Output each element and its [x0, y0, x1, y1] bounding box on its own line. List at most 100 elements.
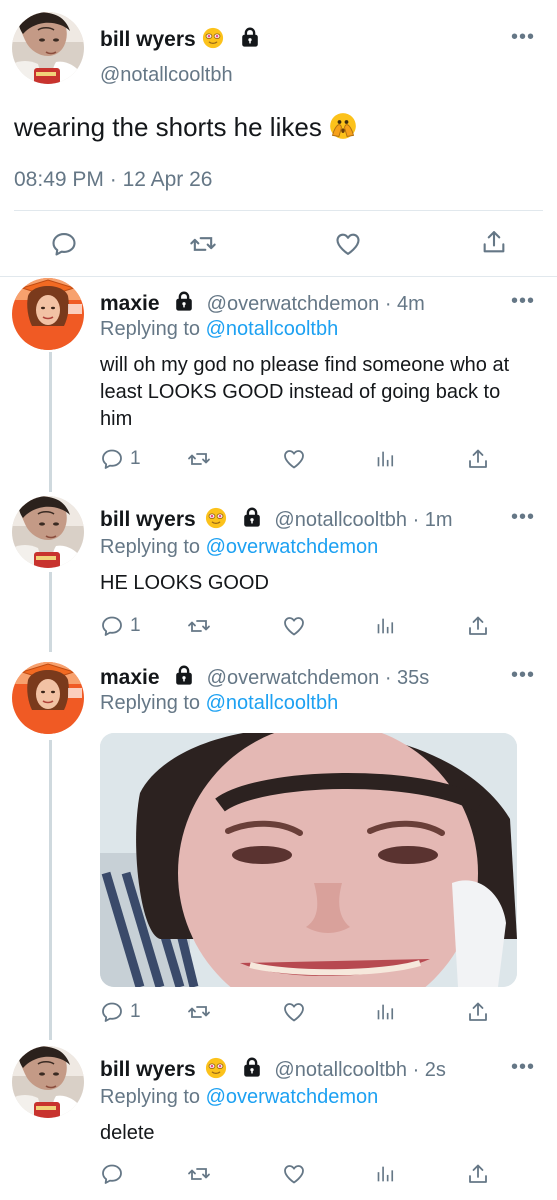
- avatar[interactable]: [12, 662, 84, 734]
- author-handle[interactable]: @overwatchdemon: [207, 293, 380, 315]
- reply-age[interactable]: · 4m: [385, 293, 425, 315]
- attached-photo[interactable]: [100, 733, 517, 987]
- reply-icon: [100, 1000, 124, 1024]
- share-icon: [466, 447, 490, 471]
- thread-line: [49, 740, 52, 1040]
- reply-icon: [50, 230, 78, 258]
- analytics-button[interactable]: [374, 1163, 396, 1185]
- retweet-icon: [186, 447, 212, 471]
- heart-icon: [334, 230, 362, 258]
- analytics-button[interactable]: [374, 448, 396, 470]
- retweet-button[interactable]: [186, 614, 212, 638]
- heart-icon: [282, 614, 306, 638]
- author-name[interactable]: maxie: [100, 666, 160, 689]
- like-button[interactable]: [282, 1162, 306, 1186]
- reply-age[interactable]: · 35s: [385, 667, 429, 689]
- reply-icon: [100, 447, 124, 471]
- lock-icon: [239, 26, 261, 48]
- more-options-button[interactable]: •••: [511, 290, 535, 313]
- analytics-icon: [374, 448, 396, 470]
- more-options-button[interactable]: •••: [511, 26, 535, 49]
- reply-button[interactable]: 1: [100, 1000, 141, 1024]
- replying-to-link[interactable]: @overwatchdemon: [206, 536, 379, 558]
- share-button[interactable]: [466, 1000, 490, 1024]
- avatar[interactable]: [12, 12, 84, 84]
- tweet-text-content: wearing the shorts he likes: [14, 112, 322, 142]
- reply-header: bill wyers @notallcooltbh · 2s: [100, 1056, 446, 1082]
- reply-text: will oh my god no please find someone wh…: [100, 354, 510, 430]
- heart-icon: [282, 447, 306, 471]
- reply-button[interactable]: [50, 230, 78, 258]
- reply-age[interactable]: · 2s: [413, 1059, 446, 1081]
- author-name[interactable]: maxie: [100, 292, 160, 315]
- author-handle[interactable]: @overwatchdemon: [207, 667, 380, 689]
- analytics-button[interactable]: [374, 615, 396, 637]
- share-button[interactable]: [466, 1162, 490, 1186]
- reply-button[interactable]: [100, 1162, 124, 1186]
- reply-count: 1: [130, 448, 141, 469]
- user-avatar-image: [12, 662, 84, 734]
- retweet-button[interactable]: [188, 230, 218, 258]
- thread-line: [49, 572, 52, 652]
- author-handle[interactable]: @notallcooltbh: [274, 509, 407, 531]
- thread-line: [49, 352, 52, 492]
- user-avatar-image: [12, 496, 84, 568]
- more-options-button[interactable]: •••: [511, 1056, 535, 1079]
- reply-count: 1: [130, 615, 141, 636]
- reply-icon: [100, 1162, 124, 1186]
- replying-to: Replying to @notallcooltbh: [100, 692, 339, 714]
- author-handle[interactable]: @notallcooltbh: [100, 64, 233, 87]
- avatar[interactable]: [12, 496, 84, 568]
- author-handle[interactable]: @notallcooltbh: [274, 1059, 407, 1081]
- share-icon: [466, 1162, 490, 1186]
- share-button[interactable]: [480, 228, 508, 256]
- author-name[interactable]: bill wyers: [100, 508, 196, 531]
- replying-to-link[interactable]: @overwatchdemon: [206, 1086, 379, 1108]
- author-name[interactable]: bill wyers: [100, 26, 261, 52]
- smiling-face-with-heart-eyes-emoji-icon: [205, 507, 227, 529]
- analytics-icon: [374, 1163, 396, 1185]
- smiling-face-with-heart-eyes-emoji-icon: [205, 1057, 227, 1079]
- analytics-icon: [374, 615, 396, 637]
- author-name[interactable]: bill wyers: [100, 1058, 196, 1081]
- replying-to-link[interactable]: @notallcooltbh: [206, 318, 339, 340]
- more-options-button[interactable]: •••: [511, 664, 535, 687]
- more-options-button[interactable]: •••: [511, 506, 535, 529]
- reply-header: bill wyers @notallcooltbh · 1m: [100, 506, 453, 532]
- like-button[interactable]: [282, 447, 306, 471]
- lock-icon: [241, 1056, 263, 1078]
- reply-icon: [100, 614, 124, 638]
- reply-button[interactable]: 1: [100, 614, 141, 638]
- like-button[interactable]: [334, 230, 362, 258]
- retweet-icon: [186, 614, 212, 638]
- user-avatar-image: [12, 278, 84, 350]
- analytics-icon: [374, 1001, 396, 1023]
- analytics-button[interactable]: [374, 1001, 396, 1023]
- divider: [0, 276, 557, 277]
- user-avatar-image: [12, 12, 84, 84]
- like-button[interactable]: [282, 614, 306, 638]
- replying-to-link[interactable]: @notallcooltbh: [206, 692, 339, 714]
- retweet-button[interactable]: [186, 447, 212, 471]
- lock-icon: [173, 664, 195, 686]
- divider: [14, 210, 543, 211]
- share-button[interactable]: [466, 447, 490, 471]
- reply-age[interactable]: · 1m: [413, 509, 453, 531]
- retweet-icon: [188, 230, 218, 258]
- share-button[interactable]: [466, 614, 490, 638]
- like-button[interactable]: [282, 1000, 306, 1024]
- share-icon: [466, 1000, 490, 1024]
- tweet-text: wearing the shorts he likes: [14, 112, 357, 143]
- avatar[interactable]: [12, 1046, 84, 1118]
- reply-button[interactable]: 1: [100, 447, 141, 471]
- heart-icon: [282, 1000, 306, 1024]
- reply-header: maxie @overwatchdemon · 35s: [100, 664, 429, 690]
- retweet-button[interactable]: [186, 1162, 212, 1186]
- user-avatar-image: [12, 1046, 84, 1118]
- avatar[interactable]: [12, 278, 84, 350]
- share-icon: [480, 228, 508, 256]
- retweet-button[interactable]: [186, 1000, 212, 1024]
- tweet-timestamp[interactable]: 08:49 PM · 12 Apr 26: [14, 168, 212, 192]
- reply-header: maxie @overwatchdemon · 4m: [100, 290, 425, 316]
- replying-to: Replying to @overwatchdemon: [100, 1086, 379, 1108]
